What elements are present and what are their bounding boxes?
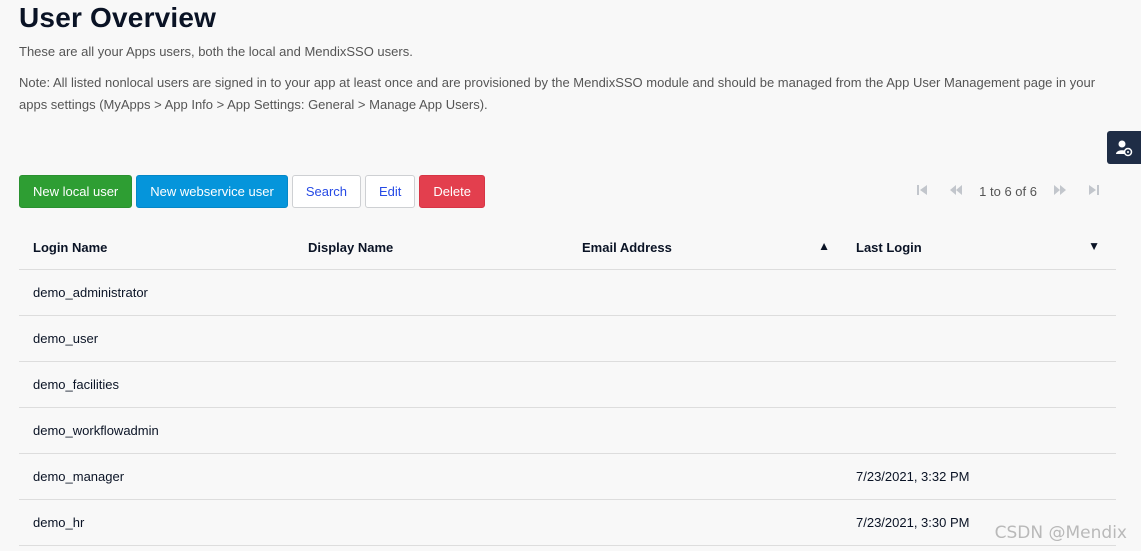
- cell-last-login: 7/23/2021, 3:32 PM: [856, 469, 970, 484]
- sort-descending-icon: ▼: [1088, 238, 1100, 253]
- note-text: Note: All listed nonlocal users are sign…: [19, 75, 1096, 112]
- edit-button[interactable]: Edit: [365, 175, 416, 208]
- previous-page-icon[interactable]: [939, 184, 973, 199]
- new-local-user-button[interactable]: New local user: [19, 175, 133, 208]
- first-page-icon[interactable]: [905, 184, 939, 199]
- column-header-last-login[interactable]: Last Login ▼: [842, 238, 1116, 255]
- column-header-display-name[interactable]: Display Name: [294, 240, 568, 255]
- table-row[interactable]: demo_administrator: [19, 270, 1116, 316]
- pagination: 1 to 6 of 6: [905, 181, 1111, 201]
- page-title: User Overview: [19, 2, 217, 33]
- new-webservice-user-button[interactable]: New webservice user: [136, 175, 288, 208]
- cell-login-name: demo_hr: [33, 515, 85, 530]
- user-settings-widget[interactable]: [1107, 131, 1141, 164]
- column-header-last-login-label: Last Login: [856, 239, 922, 255]
- table-row[interactable]: demo_user: [19, 316, 1116, 362]
- cell-login-name: demo_user: [33, 331, 99, 346]
- grid-header: Login Name Display Name Email Address ▲ …: [19, 225, 1116, 270]
- toolbar: New local user New webservice user Searc…: [19, 175, 485, 208]
- user-settings-icon: [1116, 140, 1133, 156]
- column-header-email-address[interactable]: Email Address ▲: [568, 238, 842, 255]
- user-grid: Login Name Display Name Email Address ▲ …: [19, 225, 1116, 546]
- table-row[interactable]: demo_hr 7/23/2021, 3:30 PM: [19, 500, 1116, 546]
- table-row[interactable]: demo_manager 7/23/2021, 3:32 PM: [19, 454, 1116, 500]
- next-page-icon[interactable]: [1043, 184, 1077, 199]
- column-header-login-name[interactable]: Login Name: [19, 240, 294, 255]
- sort-ascending-icon: ▲: [818, 238, 830, 253]
- pagination-status: 1 to 6 of 6: [979, 183, 1037, 199]
- cell-login-name: demo_administrator: [33, 285, 148, 300]
- table-row[interactable]: demo_workflowadmin: [19, 408, 1116, 454]
- delete-button[interactable]: Delete: [419, 175, 485, 208]
- watermark: CSDN @Mendix: [994, 523, 1127, 543]
- cell-login-name: demo_manager: [33, 469, 125, 484]
- column-header-email-label: Email Address: [582, 239, 672, 255]
- last-page-icon[interactable]: [1077, 184, 1111, 199]
- intro-text: These are all your Apps users, both the …: [19, 44, 413, 59]
- cell-login-name: demo_facilities: [33, 377, 119, 392]
- search-button[interactable]: Search: [291, 175, 362, 208]
- cell-login-name: demo_workflowadmin: [33, 423, 159, 438]
- table-row[interactable]: demo_facilities: [19, 362, 1116, 408]
